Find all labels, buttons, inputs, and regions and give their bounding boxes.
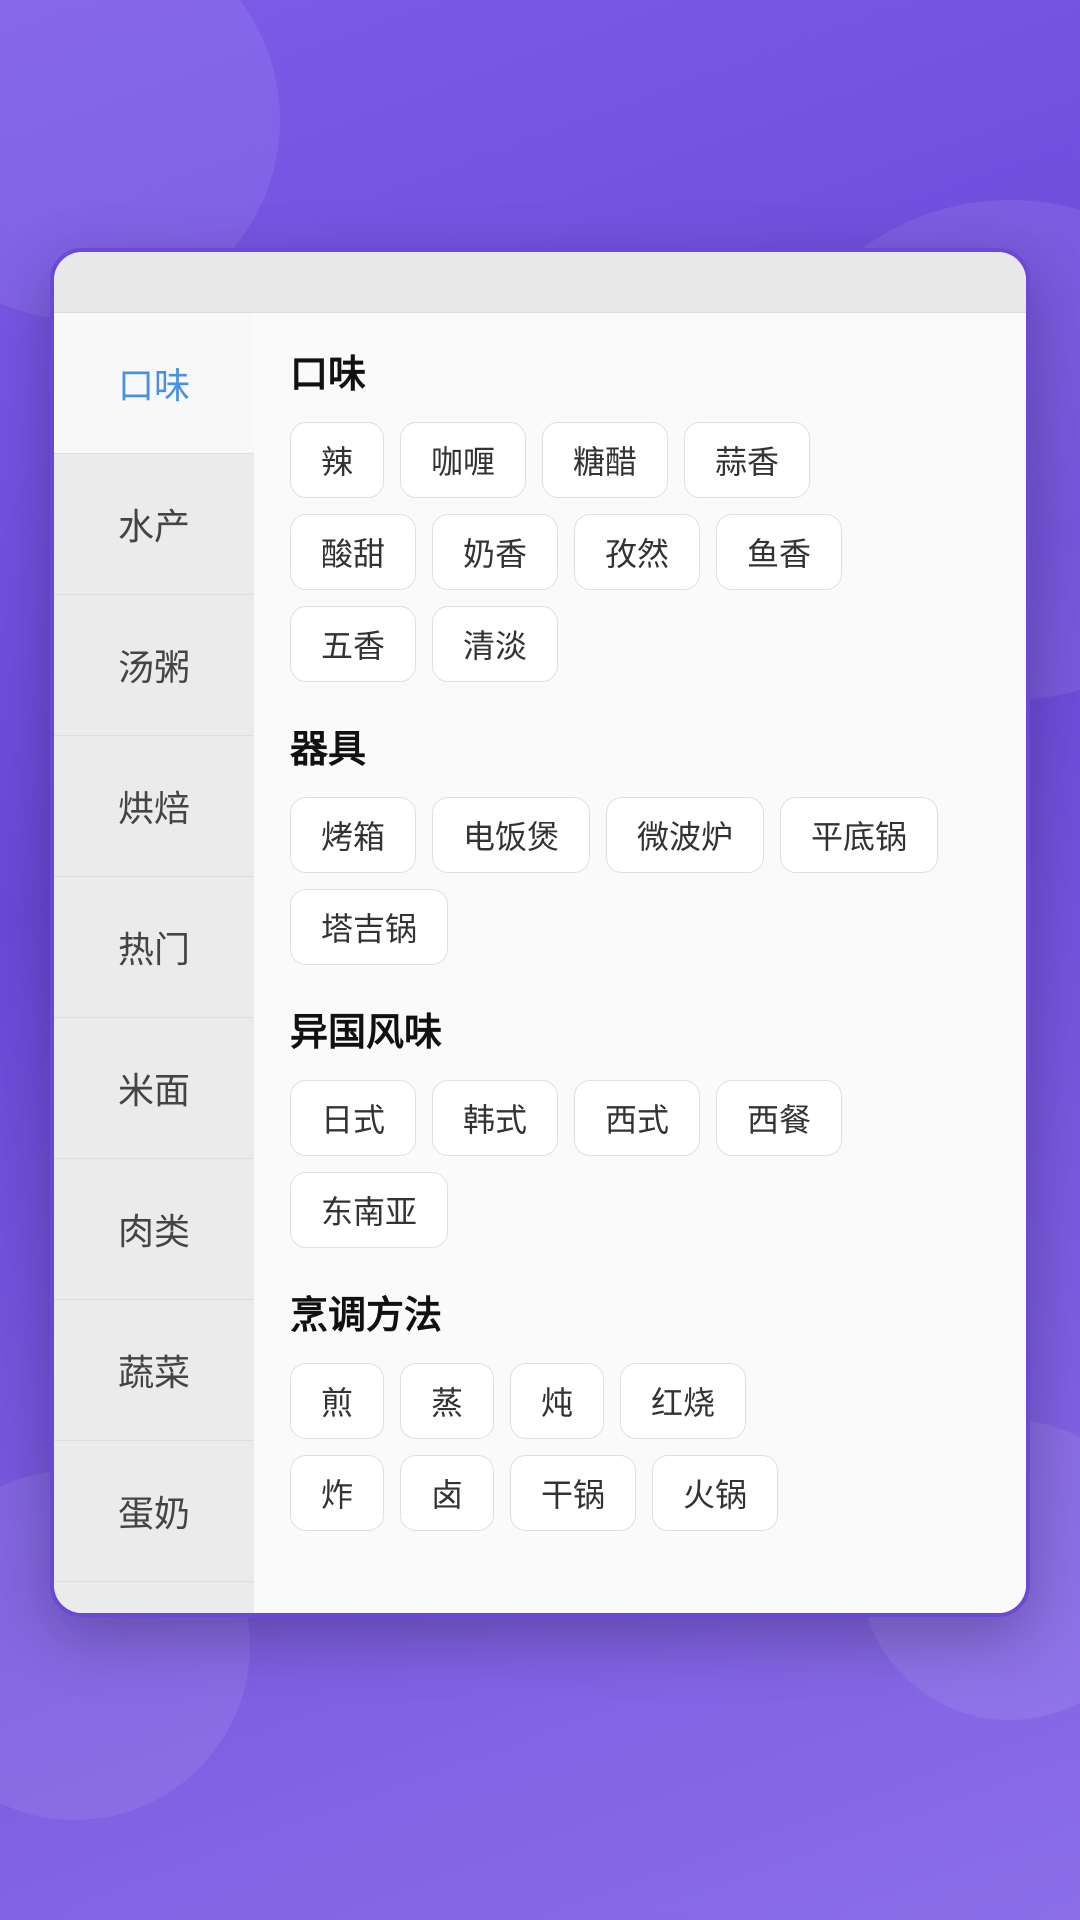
- sidebar-item-8[interactable]: 蛋奶: [54, 1441, 254, 1582]
- tag-2-0-1[interactable]: 韩式: [432, 1080, 558, 1156]
- section-title-1: 器具: [290, 718, 990, 773]
- tags-row-0-2: 五香清淡: [290, 606, 990, 682]
- section-title-3: 烹调方法: [290, 1284, 990, 1339]
- tags-row-0-0: 辣咖喱糖醋蒜香: [290, 422, 990, 498]
- sidebar-item-5[interactable]: 米面: [54, 1018, 254, 1159]
- card-body: 口味水产汤粥烘焙热门米面肉类蔬菜蛋奶 口味辣咖喱糖醋蒜香酸甜奶香孜然鱼香五香清淡…: [54, 313, 1026, 1613]
- tag-3-1-2[interactable]: 干锅: [510, 1455, 636, 1531]
- tag-2-0-2[interactable]: 西式: [574, 1080, 700, 1156]
- tag-3-1-3[interactable]: 火锅: [652, 1455, 778, 1531]
- sidebar-item-0[interactable]: 口味: [54, 313, 254, 454]
- section-title-2: 异国风味: [290, 1001, 990, 1056]
- tag-1-0-1[interactable]: 电饭煲: [432, 797, 590, 873]
- tag-3-0-3[interactable]: 红烧: [620, 1363, 746, 1439]
- tag-3-0-0[interactable]: 煎: [290, 1363, 384, 1439]
- tags-row-2-0: 日式韩式西式西餐: [290, 1080, 990, 1156]
- tag-0-2-1[interactable]: 清淡: [432, 606, 558, 682]
- section-title-0: 口味: [290, 343, 990, 398]
- tag-1-0-2[interactable]: 微波炉: [606, 797, 764, 873]
- tag-2-0-0[interactable]: 日式: [290, 1080, 416, 1156]
- tags-row-1-1: 塔吉锅: [290, 889, 990, 965]
- tag-0-1-3[interactable]: 鱼香: [716, 514, 842, 590]
- tag-2-1-0[interactable]: 东南亚: [290, 1172, 448, 1248]
- tag-3-0-2[interactable]: 炖: [510, 1363, 604, 1439]
- tag-2-0-3[interactable]: 西餐: [716, 1080, 842, 1156]
- tag-0-2-0[interactable]: 五香: [290, 606, 416, 682]
- tag-0-1-1[interactable]: 奶香: [432, 514, 558, 590]
- card-title: [54, 252, 1026, 313]
- sidebar-item-2[interactable]: 汤粥: [54, 595, 254, 736]
- header-section: [0, 0, 1080, 248]
- tag-1-0-0[interactable]: 烤箱: [290, 797, 416, 873]
- tag-0-0-3[interactable]: 蒜香: [684, 422, 810, 498]
- tag-3-1-1[interactable]: 卤: [400, 1455, 494, 1531]
- tag-0-1-0[interactable]: 酸甜: [290, 514, 416, 590]
- tag-0-1-2[interactable]: 孜然: [574, 514, 700, 590]
- tags-row-0-1: 酸甜奶香孜然鱼香: [290, 514, 990, 590]
- tags-row-3-0: 煎蒸炖红烧: [290, 1363, 990, 1439]
- tag-3-0-1[interactable]: 蒸: [400, 1363, 494, 1439]
- tag-3-1-0[interactable]: 炸: [290, 1455, 384, 1531]
- tag-1-1-0[interactable]: 塔吉锅: [290, 889, 448, 965]
- sidebar: 口味水产汤粥烘焙热门米面肉类蔬菜蛋奶: [54, 313, 254, 1613]
- tag-1-0-3[interactable]: 平底锅: [780, 797, 938, 873]
- sidebar-item-1[interactable]: 水产: [54, 454, 254, 595]
- tags-row-3-1: 炸卤干锅火锅: [290, 1455, 990, 1531]
- content-area: 口味辣咖喱糖醋蒜香酸甜奶香孜然鱼香五香清淡器具烤箱电饭煲微波炉平底锅塔吉锅异国风…: [254, 313, 1026, 1613]
- tag-0-0-1[interactable]: 咖喱: [400, 422, 526, 498]
- sidebar-item-7[interactable]: 蔬菜: [54, 1300, 254, 1441]
- tags-row-1-0: 烤箱电饭煲微波炉平底锅: [290, 797, 990, 873]
- sidebar-item-3[interactable]: 烘焙: [54, 736, 254, 877]
- sidebar-item-4[interactable]: 热门: [54, 877, 254, 1018]
- recipe-card: 口味水产汤粥烘焙热门米面肉类蔬菜蛋奶 口味辣咖喱糖醋蒜香酸甜奶香孜然鱼香五香清淡…: [50, 248, 1030, 1617]
- tags-row-2-1: 东南亚: [290, 1172, 990, 1248]
- sidebar-item-6[interactable]: 肉类: [54, 1159, 254, 1300]
- tag-0-0-0[interactable]: 辣: [290, 422, 384, 498]
- tag-0-0-2[interactable]: 糖醋: [542, 422, 668, 498]
